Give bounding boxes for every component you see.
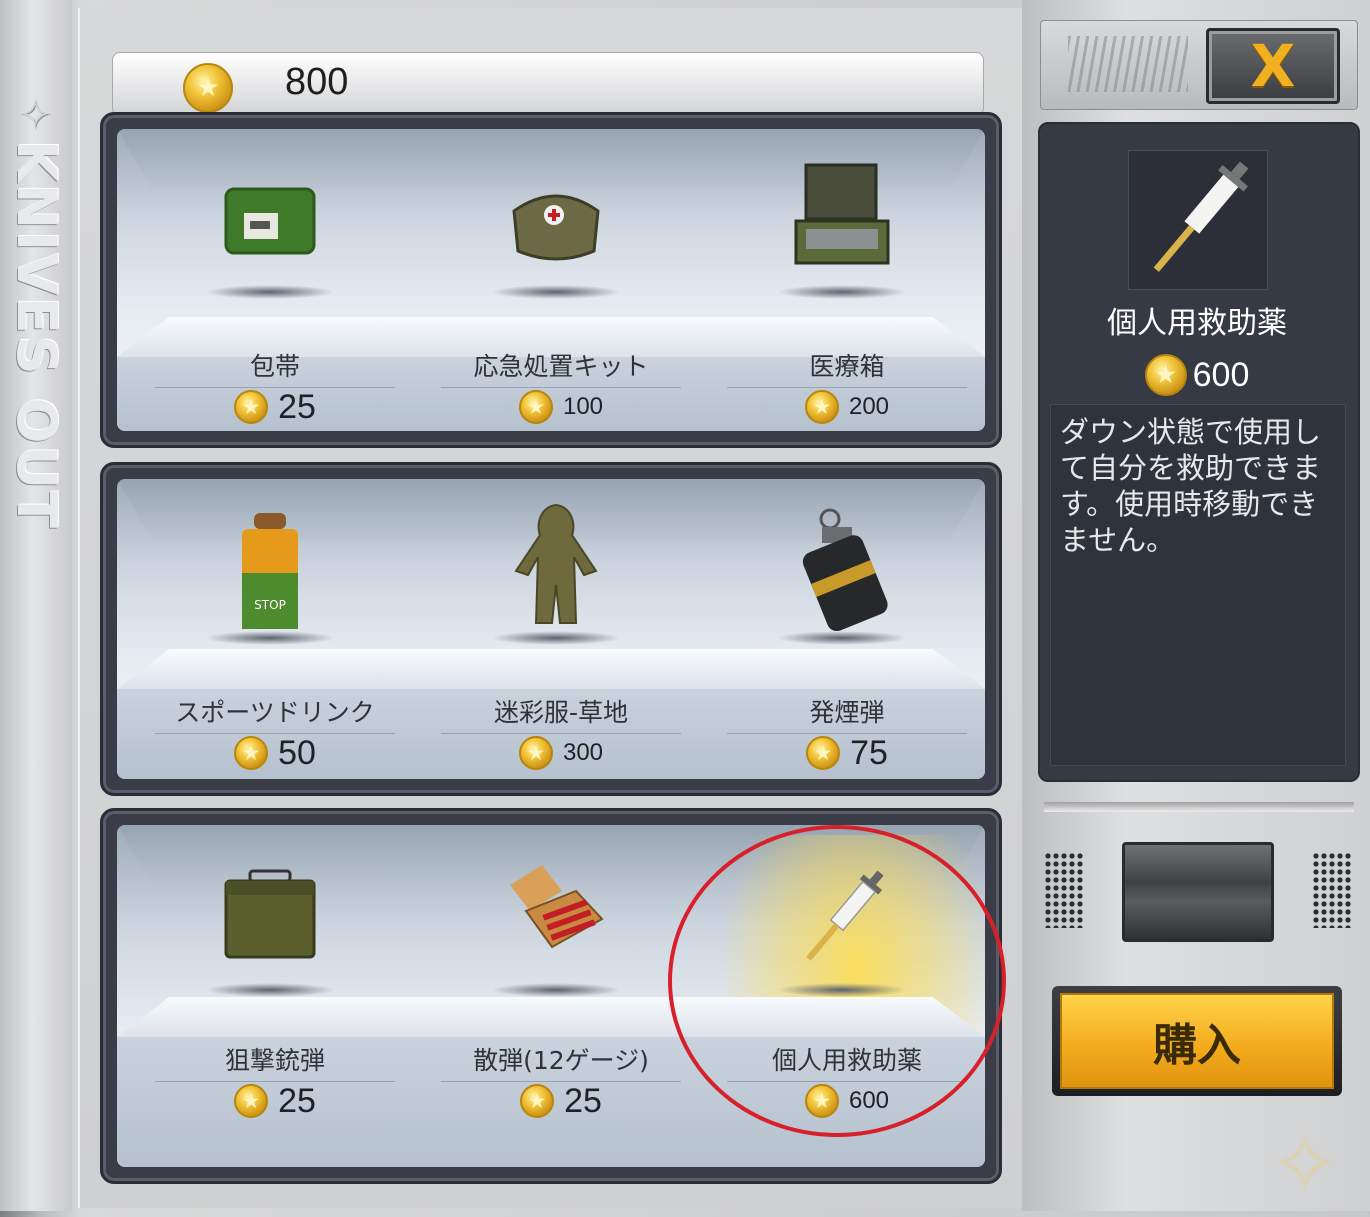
bandage-icon [220,171,320,271]
brand-strip: ✧ KNIVES OUT [0,0,72,1211]
item-price: ★ 200 [727,387,967,427]
medical-box-icon [792,159,892,265]
vending-slot [1122,842,1274,942]
item-price: ★ 100 [441,387,681,427]
shop-item-bandage[interactable]: 包帯 ★ 25 [127,129,413,431]
item-price-value: 100 [562,393,604,420]
item-price-value: 75 [850,733,888,772]
close-button[interactable]: X [1206,28,1340,104]
selection-annotation-circle [668,825,1006,1137]
shop-item-medical-box[interactable]: 医療箱 ★ 200 [699,129,985,431]
balance-value: 800 [285,61,349,103]
item-price-value: 50 [278,733,316,772]
item-price-value: 300 [562,739,604,766]
item-price-value: 25 [564,1081,602,1120]
item-price: ★ 75 [727,733,967,773]
shotgun-shells-icon [506,855,606,965]
sports-drink-icon: STOP [220,511,320,631]
coin-icon: ★ [234,390,269,424]
item-price-value: 25 [278,1081,316,1120]
coin-icon: ★ [234,736,269,770]
shop-item-smoke-grenade[interactable]: 発煙弾 ★ 75 [699,479,985,779]
balance-bar: ★ 800 [112,52,984,116]
coin-icon: ★ [518,736,553,770]
detail-item-image [1128,150,1268,290]
syringe-icon [1153,161,1249,272]
coin-icon: ★ [234,1084,269,1118]
item-name: 狙撃銃弾 [155,1041,395,1082]
item-name: スポーツドリンク [155,693,395,734]
svg-text:STOP: STOP [254,598,286,612]
item-price: ★ 300 [441,733,681,773]
buy-button[interactable]: 購入 [1052,986,1342,1096]
corner-logo-icon: ✧ [1267,1112,1343,1217]
speaker-grill-left [1044,852,1084,928]
shop-item-sniper-ammo[interactable]: 狙撃銃弾 ★ 25 [127,825,413,1167]
coin-icon: ★ [806,736,841,770]
coin-icon: ★ [804,390,839,424]
item-price: ★ 25 [441,1081,681,1121]
coin-icon: ★ [183,63,233,113]
item-name: 包帯 [155,347,395,388]
brand-name: KNIVES OUT [5,140,68,531]
item-name: 発煙弾 [727,693,967,734]
coin-icon: ★ [520,1084,555,1118]
ammo-box-icon [220,865,320,965]
speaker-grill-right [1312,852,1352,928]
shelf-1: 包帯 ★ 25 応急処置キット ★ 100 医療箱 ★ 200 [100,112,1002,448]
detail-description: ダウン状態で使用して自分を救助できます。使用時移動できません。 [1060,415,1322,557]
item-name: 散弾(12ゲージ) [441,1041,681,1082]
shop-item-shotgun-shells[interactable]: 散弾(12ゲージ) ★ 25 [413,825,699,1167]
shop-item-first-aid-kit[interactable]: 応急処置キット ★ 100 [413,129,699,431]
buy-button-label: 購入 [1060,993,1334,1089]
detail-item-name: 個人用救助薬 [1107,306,1287,341]
item-price: ★ 25 [155,387,395,427]
item-name: 医療箱 [727,347,967,388]
smoke-grenade-icon [792,505,892,635]
close-icon: X [1250,32,1296,100]
item-price: ★ 25 [155,1081,395,1121]
plate-grill [1068,36,1188,92]
shelf-2: STOP スポーツドリンク ★ 50 迷彩服-草地 ★ 300 発煙弾 ★ 75 [100,462,1002,796]
item-price-value: 25 [278,387,316,426]
divider-bar [1044,802,1354,812]
detail-item-price: ★ 600 [1038,352,1356,398]
brand-logo-icon: ✧ [17,90,53,139]
ghillie-suit-icon [506,501,606,631]
item-price-value: 200 [848,393,890,420]
first-aid-kit-icon [506,171,606,271]
detail-price-value: 600 [1192,355,1250,394]
item-price: ★ 50 [155,733,395,773]
shop-item-sports-drink[interactable]: STOP スポーツドリンク ★ 50 [127,479,413,779]
item-name: 迷彩服-草地 [441,693,681,734]
coin-icon: ★ [518,390,553,424]
item-name: 応急処置キット [441,347,681,388]
coin-icon: ★ [1144,354,1187,396]
shop-item-ghillie-suit[interactable]: 迷彩服-草地 ★ 300 [413,479,699,779]
